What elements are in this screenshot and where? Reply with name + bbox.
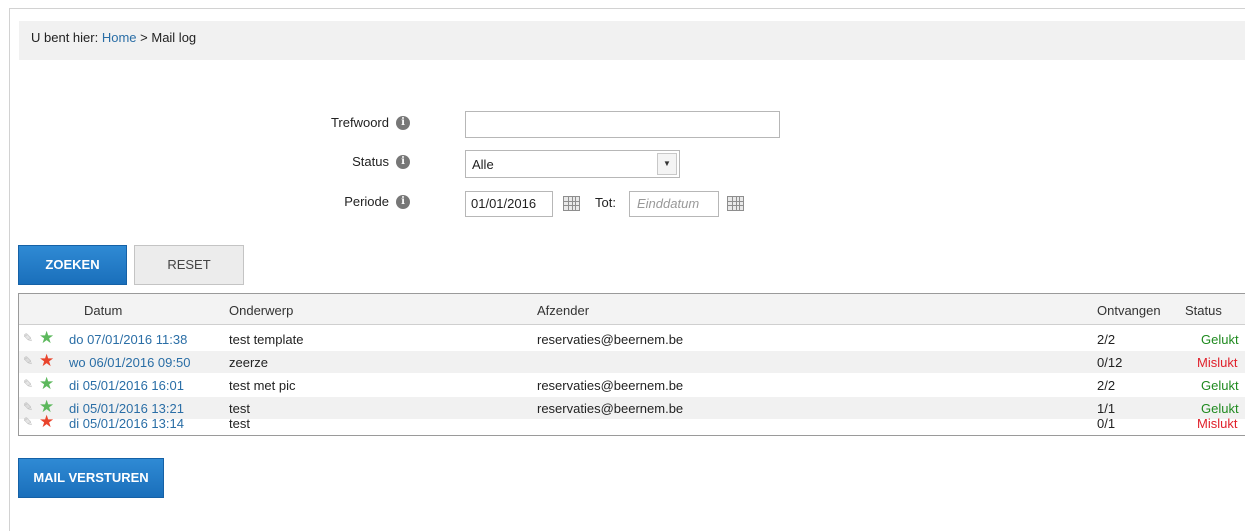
send-mail-button[interactable]: MAIL VERSTUREN bbox=[18, 458, 164, 498]
star-icon: ★ bbox=[39, 374, 55, 393]
search-button[interactable]: ZOEKEN bbox=[18, 245, 127, 285]
row-subject: test bbox=[229, 416, 250, 431]
row-subject: test template bbox=[229, 332, 304, 347]
period-to-placeholder: Einddatum bbox=[637, 196, 700, 211]
period-from-value: 01/01/2016 bbox=[471, 196, 537, 211]
breadcrumb-current: Mail log bbox=[151, 30, 197, 45]
mail-log-table: Datum Onderwerp Afzender Ontvangen Statu… bbox=[18, 293, 1245, 436]
status-select[interactable]: Alle ▼ bbox=[465, 150, 680, 178]
info-icon[interactable]: i bbox=[396, 194, 410, 209]
column-header-subject[interactable]: Onderwerp bbox=[229, 303, 293, 318]
row-status: Gelukt bbox=[1201, 332, 1239, 347]
row-date-link[interactable]: do 07/01/2016 11:38 bbox=[69, 332, 187, 347]
column-header-date[interactable]: Datum bbox=[84, 303, 122, 318]
reset-button[interactable]: RESET bbox=[134, 245, 244, 285]
keyword-label: Trefwoord i bbox=[331, 115, 410, 130]
table-row[interactable]: ✎ ★ di 05/01/2016 16:01 test met pic res… bbox=[19, 374, 1245, 396]
pencil-icon[interactable]: ✎ bbox=[23, 415, 35, 429]
row-status: Mislukt bbox=[1197, 355, 1238, 370]
period-to-input[interactable]: Einddatum bbox=[629, 191, 719, 217]
status-select-value: Alle bbox=[472, 157, 494, 172]
calendar-icon[interactable] bbox=[563, 196, 580, 211]
pencil-icon[interactable]: ✎ bbox=[23, 354, 35, 368]
status-label-text: Status bbox=[352, 154, 389, 169]
star-icon: ★ bbox=[39, 351, 55, 370]
row-subject: test met pic bbox=[229, 378, 296, 393]
pencil-icon[interactable]: ✎ bbox=[23, 377, 35, 391]
table-row[interactable]: ✎ ★ di 05/01/2016 13:14 test 0/1 Mislukt bbox=[19, 412, 1245, 434]
column-header-sender[interactable]: Afzender bbox=[537, 303, 589, 318]
row-date-link[interactable]: wo 06/01/2016 09:50 bbox=[69, 355, 190, 370]
chevron-down-icon[interactable]: ▼ bbox=[657, 153, 677, 175]
period-from-input[interactable]: 01/01/2016 bbox=[465, 191, 553, 217]
calendar-icon[interactable] bbox=[727, 196, 744, 211]
row-date-link[interactable]: di 05/01/2016 13:14 bbox=[69, 416, 184, 431]
row-received: 2/2 bbox=[1097, 378, 1116, 393]
frame-left-border bbox=[9, 8, 10, 531]
info-icon[interactable]: i bbox=[396, 154, 410, 169]
column-header-status[interactable]: Status bbox=[1185, 303, 1222, 318]
table-header: Datum Onderwerp Afzender Ontvangen Statu… bbox=[19, 294, 1245, 325]
column-header-received[interactable]: Ontvangen bbox=[1097, 303, 1161, 318]
table-row[interactable]: ✎ ★ wo 06/01/2016 09:50 zeerze 0/12 Misl… bbox=[19, 351, 1245, 373]
row-sender: reservaties@beernem.be bbox=[537, 332, 684, 347]
keyword-label-text: Trefwoord bbox=[330, 115, 389, 130]
row-received: 0/1 bbox=[1097, 416, 1116, 431]
star-icon: ★ bbox=[39, 328, 55, 347]
breadcrumb-prefix: U bent hier: bbox=[31, 30, 99, 45]
row-sender: reservaties@beernem.be bbox=[537, 378, 684, 393]
row-received: 0/12 bbox=[1097, 355, 1123, 370]
row-status: Mislukt bbox=[1197, 416, 1238, 431]
breadcrumb-home-link[interactable]: Home bbox=[102, 30, 137, 45]
breadcrumb-separator: > bbox=[140, 30, 148, 45]
pencil-icon[interactable]: ✎ bbox=[23, 331, 35, 345]
row-subject: zeerze bbox=[229, 355, 269, 370]
row-date-link[interactable]: di 05/01/2016 16:01 bbox=[69, 378, 184, 393]
star-icon: ★ bbox=[39, 412, 55, 431]
frame-top-border bbox=[9, 8, 1245, 9]
period-to-label: Tot: bbox=[595, 195, 616, 210]
breadcrumb: U bent hier: Home > Mail log bbox=[19, 21, 1245, 60]
row-received: 2/2 bbox=[1097, 332, 1116, 347]
status-label: Status i bbox=[352, 154, 410, 169]
row-status: Gelukt bbox=[1201, 378, 1239, 393]
table-row[interactable]: ✎ ★ do 07/01/2016 11:38 test template re… bbox=[19, 328, 1245, 350]
period-label: Periode i bbox=[344, 194, 410, 209]
info-icon[interactable]: i bbox=[396, 115, 410, 130]
keyword-input[interactable] bbox=[465, 111, 780, 138]
period-label-text: Periode bbox=[344, 194, 389, 209]
